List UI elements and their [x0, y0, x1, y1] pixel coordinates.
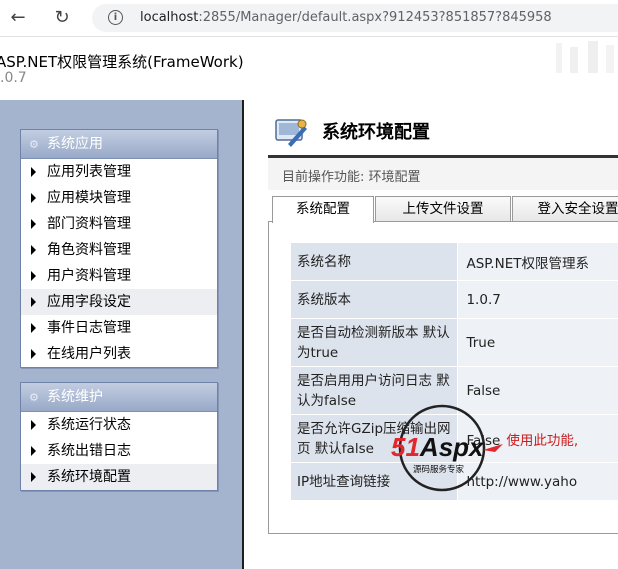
- sidebar-item-event-log[interactable]: 事件日志管理: [21, 315, 217, 341]
- sidebar-item-label: 用户资料管理: [47, 268, 131, 284]
- arrow-right-icon: [31, 323, 36, 333]
- config-value: False: [466, 432, 501, 449]
- config-value[interactable]: False: [457, 366, 618, 415]
- sidebar: ⚙ 系统应用 应用列表管理 应用模块管理 部门资料管理 角色资料管理 用户资料管理…: [0, 100, 242, 569]
- page-title: 系统环境配置: [322, 122, 430, 143]
- sidebar-item-label: 事件日志管理: [47, 320, 131, 336]
- config-label: 系统名称: [289, 242, 459, 281]
- sidebar-item-label: 角色资料管理: [47, 242, 131, 258]
- sidebar-item-label: 应用字段设定: [47, 294, 131, 310]
- sidebar-item-run-status[interactable]: 系统运行状态: [21, 412, 217, 438]
- sidebar-item-label: 系统出错日志: [47, 443, 131, 459]
- arrow-right-icon: [31, 472, 36, 482]
- menu-group-apps: ⚙ 系统应用 应用列表管理 应用模块管理 部门资料管理 角色资料管理 用户资料管理…: [20, 129, 218, 368]
- app-title: ASP.NET权限管理系统(FrameWork): [0, 53, 244, 71]
- table-row: 系统版本 1.0.7: [289, 280, 618, 319]
- sidebar-item-label: 应用模块管理: [47, 190, 131, 206]
- arrow-right-icon: [31, 420, 36, 430]
- config-value[interactable]: http://www.yaho: [457, 462, 618, 501]
- arrow-right-icon: [31, 167, 36, 177]
- sidebar-item-label: 部门资料管理: [47, 216, 131, 232]
- sidebar-item-roles[interactable]: 角色资料管理: [21, 237, 217, 263]
- arrow-right-icon: [31, 297, 36, 307]
- menu-group-title: 系统维护: [47, 389, 103, 405]
- config-label: 是否允许GZip压缩输出网页 默认false: [289, 414, 459, 463]
- sidebar-item-label: 应用列表管理: [47, 164, 131, 180]
- sidebar-item-label: 在线用户列表: [47, 346, 131, 362]
- config-note: 使用此功能,: [506, 432, 579, 449]
- reload-icon[interactable]: ↻: [52, 8, 72, 28]
- tab-upload-settings[interactable]: 上传文件设置: [375, 196, 511, 222]
- sidebar-item-error-log[interactable]: 系统出错日志: [21, 438, 217, 464]
- config-value-cell[interactable]: False 使用此功能,: [457, 414, 618, 463]
- menu-group-maintenance: ⚙ 系统维护 系统运行状态 系统出错日志 系统环境配置: [20, 382, 218, 491]
- arrow-right-icon: [31, 349, 36, 359]
- arrow-right-icon: [31, 245, 36, 255]
- address-bar[interactable]: i localhost:2855/Manager/default.aspx?91…: [92, 4, 618, 32]
- sidebar-item-env-config[interactable]: 系统环境配置: [21, 464, 217, 490]
- browser-toolbar: ← ↻ i localhost:2855/Manager/default.asp…: [0, 0, 618, 37]
- url-text[interactable]: localhost:2855/Manager/default.aspx?9124…: [140, 10, 552, 25]
- sidebar-item-label: 系统运行状态: [47, 417, 131, 433]
- config-label: 是否自动检测新版本 默认为true: [289, 318, 459, 367]
- config-label: IP地址查询链接: [289, 462, 459, 501]
- config-table: 系统名称 ASP.NET权限管理系 系统版本 1.0.7 是否自动检测新版本 默…: [289, 242, 618, 501]
- settings-tools-icon: [275, 119, 307, 147]
- config-label: 是否启用用户访问日志 默认为false: [289, 366, 459, 415]
- sidebar-item-departments[interactable]: 部门资料管理: [21, 211, 217, 237]
- table-row: IP地址查询链接 http://www.yaho: [289, 462, 618, 501]
- config-value[interactable]: True: [457, 318, 618, 367]
- sidebar-item-app-fields[interactable]: 应用字段设定: [21, 289, 217, 315]
- config-value[interactable]: 1.0.7: [457, 280, 618, 319]
- header-decoration: [556, 41, 614, 73]
- arrow-right-icon: [31, 219, 36, 229]
- info-icon[interactable]: i: [108, 10, 123, 25]
- sidebar-item-users[interactable]: 用户资料管理: [21, 263, 217, 289]
- menu-group-title: 系统应用: [47, 136, 103, 152]
- current-operation: 目前操作功能: 环境配置: [282, 170, 421, 185]
- tab-login-security[interactable]: 登入安全设置: [512, 196, 618, 222]
- url-path: :2855/Manager/default.aspx?912453?851857…: [198, 10, 552, 25]
- back-arrow-icon[interactable]: ←: [8, 8, 28, 28]
- menu-group-header[interactable]: ⚙ 系统应用: [21, 130, 217, 159]
- url-host: localhost: [140, 10, 199, 25]
- app-version: .0.7: [0, 70, 27, 86]
- sidebar-item-app-modules[interactable]: 应用模块管理: [21, 185, 217, 211]
- config-label: 系统版本: [289, 280, 459, 319]
- gear-icon: ⚙: [29, 391, 39, 404]
- table-row: 是否自动检测新版本 默认为true True: [289, 318, 618, 367]
- app-header: ASP.NET权限管理系统(FrameWork) .0.7: [0, 37, 618, 100]
- table-row: 是否启用用户访问日志 默认为false False: [289, 366, 618, 415]
- sidebar-item-online-users[interactable]: 在线用户列表: [21, 341, 217, 367]
- arrow-right-icon: [31, 446, 36, 456]
- table-row: 系统名称 ASP.NET权限管理系: [289, 242, 618, 281]
- sidebar-item-app-list[interactable]: 应用列表管理: [21, 159, 217, 185]
- table-row: 是否允许GZip压缩输出网页 默认false False 使用此功能,: [289, 414, 618, 463]
- main-content: 系统环境配置 目前操作功能: 环境配置 系统配置 上传文件设置 登入安全设置 系…: [244, 100, 618, 569]
- arrow-right-icon: [31, 271, 36, 281]
- tab-system-config[interactable]: 系统配置: [272, 196, 374, 223]
- sidebar-item-label: 系统环境配置: [47, 469, 131, 485]
- config-value[interactable]: ASP.NET权限管理系: [457, 242, 618, 281]
- arrow-right-icon: [31, 193, 36, 203]
- menu-group-header[interactable]: ⚙ 系统维护: [21, 383, 217, 412]
- gear-icon: ⚙: [29, 138, 39, 151]
- tab-panel: 系统名称 ASP.NET权限管理系 系统版本 1.0.7 是否自动检测新版本 默…: [268, 221, 618, 534]
